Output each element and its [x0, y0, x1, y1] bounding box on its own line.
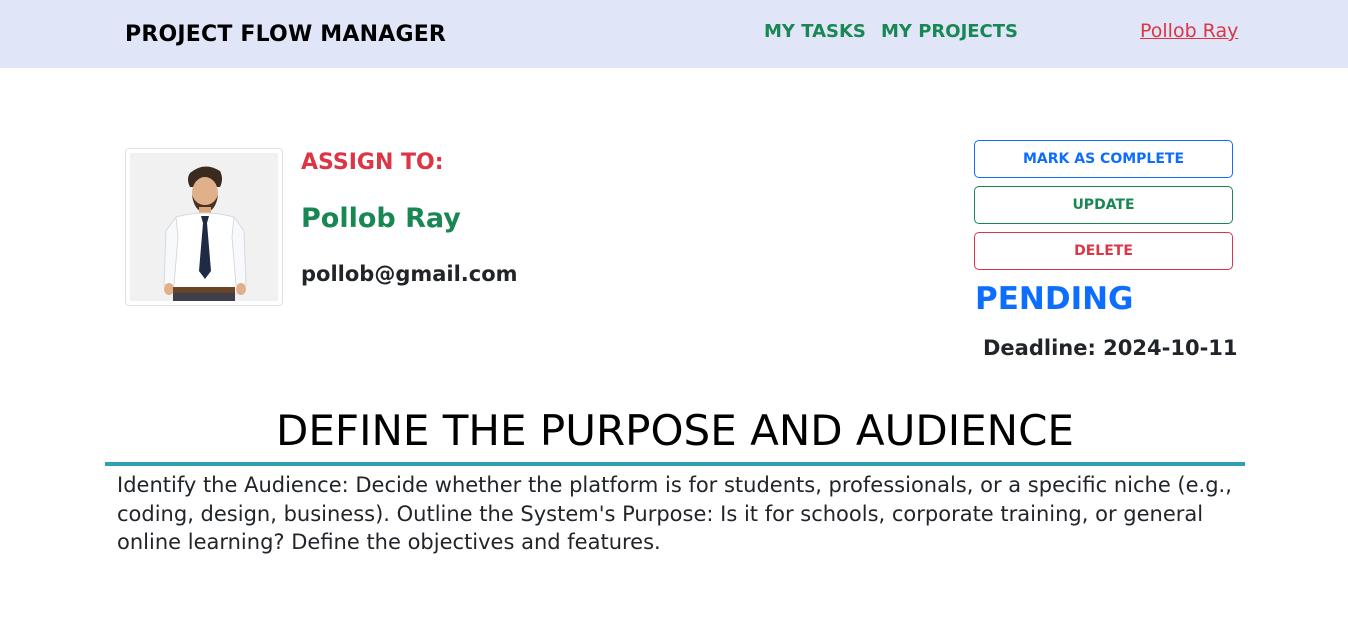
top-navbar: PROJECT FLOW MANAGER MY TASKS MY PROJECT… — [0, 0, 1348, 68]
nav-my-projects[interactable]: MY PROJECTS — [881, 21, 1018, 42]
app-brand[interactable]: PROJECT FLOW MANAGER — [125, 22, 446, 47]
nav-my-tasks[interactable]: MY TASKS — [764, 21, 866, 42]
task-title: DEFINE THE PURPOSE AND AUDIENCE — [276, 406, 1074, 455]
task-status: PENDING — [975, 281, 1134, 317]
delete-button[interactable]: DELETE — [974, 232, 1233, 270]
task-deadline: Deadline: 2024-10-11 — [983, 336, 1238, 360]
assignee-name: Pollob Ray — [301, 203, 461, 234]
update-button[interactable]: UPDATE — [974, 186, 1233, 224]
assign-to-heading: ASSIGN TO: — [301, 150, 444, 175]
mark-complete-button[interactable]: MARK AS COMPLETE — [974, 140, 1233, 178]
user-profile-link[interactable]: Pollob Ray — [1140, 20, 1238, 42]
title-divider — [105, 462, 1245, 466]
assignee-email: pollob@gmail.com — [301, 262, 518, 286]
assignee-avatar — [125, 148, 283, 306]
user-avatar-icon — [130, 153, 278, 301]
task-description: Identify the Audience: Decide whether th… — [117, 473, 1232, 554]
